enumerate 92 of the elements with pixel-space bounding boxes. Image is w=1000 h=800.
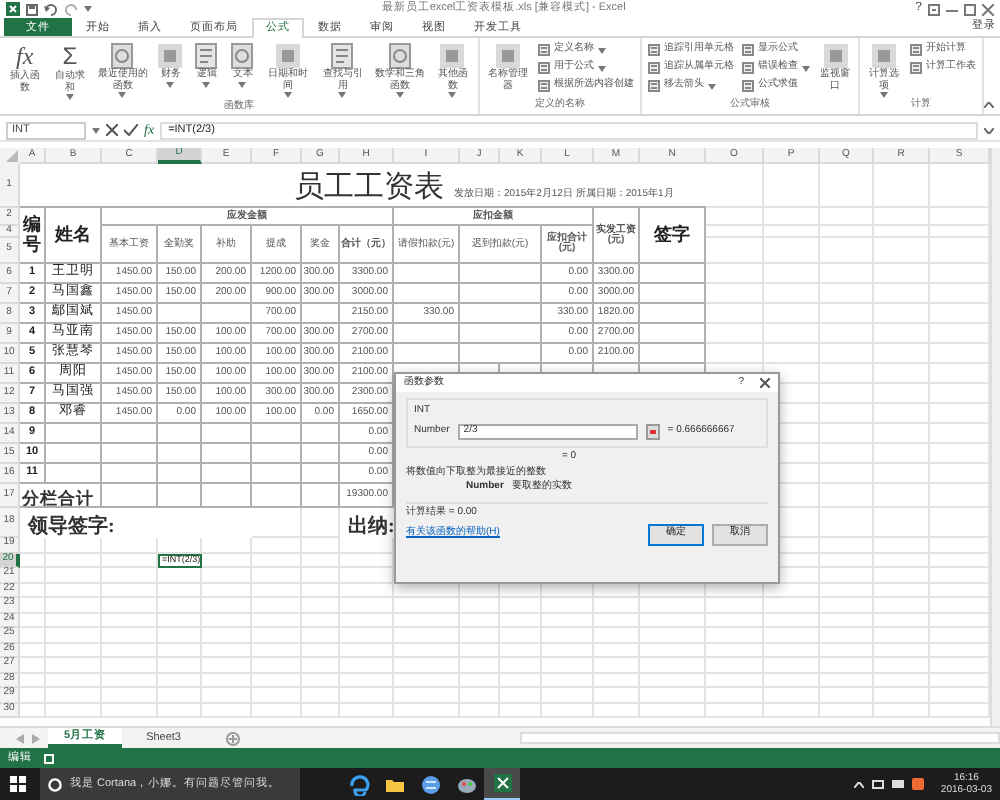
- empty-cell[interactable]: [302, 464, 340, 484]
- document-icon: [192, 42, 221, 70]
- empty-cell[interactable]: [252, 424, 302, 444]
- palette-icon[interactable]: [455, 773, 477, 795]
- empty-cell[interactable]: [46, 424, 102, 444]
- caret-icon: [92, 127, 100, 133]
- empty-cell: [460, 324, 542, 344]
- empty-cell[interactable]: [202, 444, 252, 464]
- select-all-button[interactable]: [0, 148, 20, 164]
- empty-cell[interactable]: [202, 484, 252, 508]
- empty-cell[interactable]: [394, 344, 460, 364]
- list-icon: [742, 62, 755, 74]
- empty-cell[interactable]: [394, 264, 460, 284]
- expand-icon[interactable]: [984, 127, 994, 133]
- undo-icon[interactable]: [44, 3, 58, 15]
- circle-icon: [48, 777, 62, 791]
- empty-cell[interactable]: [302, 424, 340, 444]
- input-method-icon[interactable]: [912, 778, 925, 790]
- chevron-up-icon[interactable]: [854, 781, 865, 787]
- empty-cell[interactable]: [158, 304, 202, 324]
- column-header: 编号: [23, 215, 41, 255]
- empty-cell[interactable]: [158, 464, 202, 484]
- check-icon[interactable]: [124, 124, 138, 136]
- column-header: 签字: [640, 208, 706, 264]
- empty-cell[interactable]: [102, 464, 158, 484]
- empty-cell[interactable]: [640, 304, 706, 324]
- document-icon: [328, 42, 357, 70]
- save-icon[interactable]: [26, 3, 38, 15]
- previous-icon[interactable]: [16, 733, 24, 743]
- empty-cell[interactable]: [102, 484, 158, 508]
- cancel-icon[interactable]: [106, 124, 118, 136]
- ribbon-display-icon[interactable]: [928, 3, 940, 15]
- empty-cell[interactable]: [640, 344, 706, 364]
- empty-cell: [460, 264, 542, 284]
- add-sheet-icon[interactable]: [225, 731, 239, 745]
- list-icon: [538, 44, 551, 56]
- empty-cell[interactable]: [302, 444, 340, 464]
- empty-cell[interactable]: [252, 444, 302, 464]
- empty-cell[interactable]: [394, 324, 460, 344]
- list-icon: [648, 62, 661, 74]
- column-header: 姓名: [46, 208, 102, 264]
- list-icon: [742, 44, 755, 56]
- sheet-title: 员工工资表: [294, 172, 444, 202]
- excel-logo-icon[interactable]: [6, 2, 20, 16]
- empty-cell[interactable]: [158, 444, 202, 464]
- empty-cell[interactable]: [252, 484, 302, 508]
- vertical-scrollbar[interactable]: [990, 148, 1000, 726]
- list-icon: [910, 62, 923, 74]
- empty-cell[interactable]: [202, 424, 252, 444]
- empty-cell[interactable]: [302, 484, 340, 508]
- empty-cell[interactable]: [202, 304, 252, 324]
- empty-cell: [460, 344, 542, 364]
- empty-cell[interactable]: [46, 444, 102, 464]
- browser-icon[interactable]: [347, 773, 369, 795]
- empty-cell[interactable]: [202, 464, 252, 484]
- empty-cell[interactable]: [302, 304, 340, 324]
- maximize-icon[interactable]: [964, 3, 976, 15]
- spreadsheet-icon[interactable]: [491, 772, 513, 794]
- globe-icon[interactable]: [419, 773, 441, 795]
- close-icon[interactable]: [982, 3, 994, 15]
- empty-cell[interactable]: [46, 464, 102, 484]
- list-icon: [538, 62, 551, 74]
- windows-logo-icon[interactable]: [10, 776, 26, 792]
- network-icon[interactable]: [872, 779, 885, 789]
- empty-cell[interactable]: [640, 324, 706, 344]
- list-icon: [648, 80, 661, 92]
- empty-cell: [460, 284, 542, 304]
- close-icon[interactable]: [760, 378, 770, 388]
- signature-label: 领导签字:: [25, 512, 117, 538]
- empty-cell[interactable]: [102, 424, 158, 444]
- empty-cell[interactable]: [102, 444, 158, 464]
- empty-cell[interactable]: [158, 484, 202, 508]
- message-icon[interactable]: [892, 779, 905, 789]
- table-cell: 分栏合计: [20, 484, 102, 508]
- collapse-icon[interactable]: [984, 102, 994, 108]
- list-icon: [910, 44, 923, 56]
- empty-cell[interactable]: [252, 464, 302, 484]
- list-icon: [648, 44, 661, 56]
- empty-cell[interactable]: [640, 264, 706, 284]
- caret-icon: [84, 6, 92, 12]
- empty-cell[interactable]: [158, 424, 202, 444]
- empty-cell: [460, 304, 542, 324]
- next-icon[interactable]: [32, 733, 40, 743]
- list-icon: [538, 80, 551, 92]
- list-icon: [742, 80, 755, 92]
- redo-icon[interactable]: [64, 3, 78, 15]
- signature-label: 出纳:: [346, 513, 394, 538]
- empty-cell[interactable]: [640, 284, 706, 304]
- horizontal-scrollbar[interactable]: [520, 732, 1000, 744]
- collapse-dialog-icon[interactable]: [645, 423, 660, 440]
- macro-record-icon[interactable]: [44, 753, 54, 763]
- empty-cell[interactable]: [394, 284, 460, 304]
